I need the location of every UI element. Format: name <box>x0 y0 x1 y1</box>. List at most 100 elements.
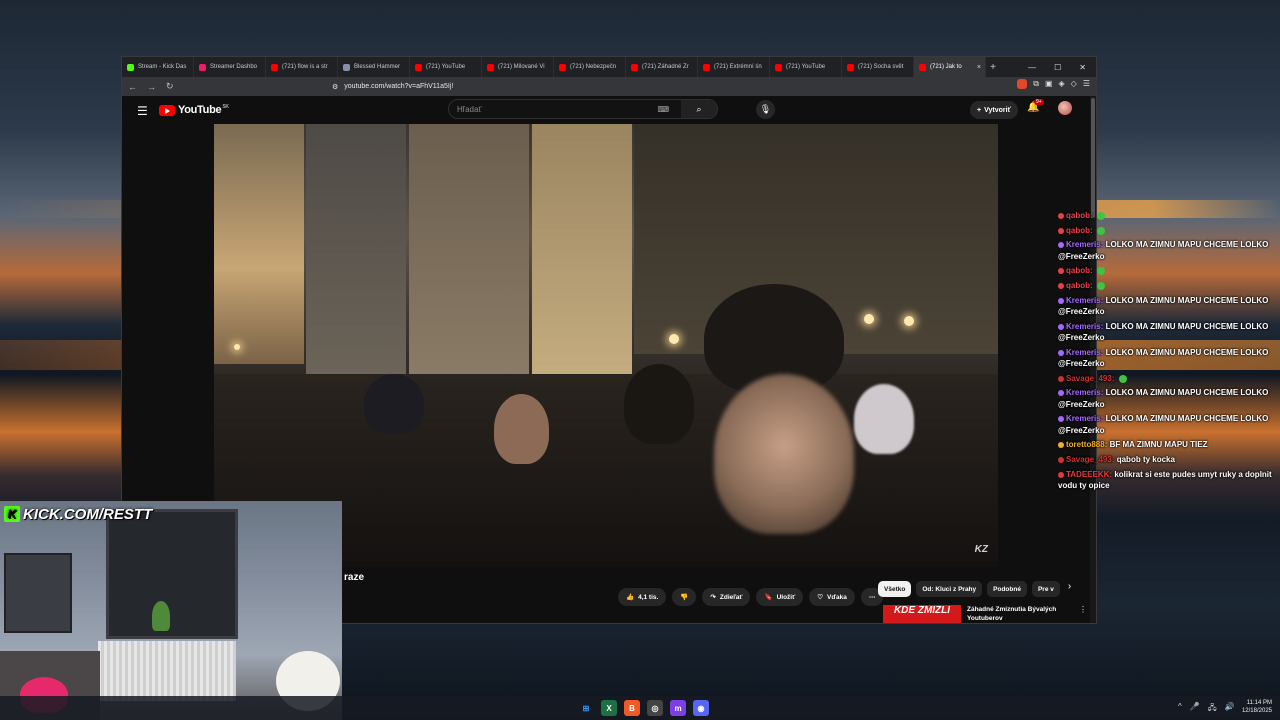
scrollbar-thumb[interactable] <box>1091 98 1095 218</box>
chip-similar[interactable]: Podobné <box>987 581 1027 597</box>
back-icon[interactable]: ← <box>128 82 137 92</box>
browser-tab[interactable]: (721) Záhadné Zr <box>626 57 698 77</box>
reload-icon[interactable]: ↻ <box>166 81 174 92</box>
kebab-menu-icon[interactable]: ⋮ <box>1079 605 1087 623</box>
keyboard-icon[interactable]: ⌨ <box>657 105 669 114</box>
extensions-area: ⧉ ▣ ◈ ◇ ☰ <box>1017 79 1090 89</box>
windows-start-icon[interactable]: ⊞ <box>578 700 594 716</box>
minimize-button[interactable]: — <box>1028 63 1036 72</box>
chat-username[interactable]: qabob: <box>1066 266 1093 275</box>
chat-username[interactable]: Kremeris: <box>1066 388 1103 397</box>
chat-username[interactable]: toretto888: <box>1066 440 1107 449</box>
chevron-right-icon[interactable]: › <box>1068 581 1071 597</box>
dislike-button[interactable]: 👎 <box>672 588 697 606</box>
new-tab-button[interactable]: + <box>986 62 1000 73</box>
network-icon[interactable]: 🖧 <box>1208 702 1217 716</box>
tab-favicon-icon <box>559 63 566 71</box>
recommended-video[interactable]: KDE ZMIZLI Záhadné Zmiznutia Bývalých Yo… <box>883 605 1087 623</box>
browser-tab[interactable]: Streamer Dashbo <box>194 57 266 77</box>
wallet-icon[interactable]: ◈ <box>1059 79 1065 89</box>
extensions-icon[interactable]: ⧉ <box>1033 79 1039 89</box>
forward-icon[interactable]: → <box>147 82 156 92</box>
hamburger-menu-icon[interactable]: ☰ <box>137 104 148 118</box>
tab-favicon-icon <box>343 63 350 71</box>
chat-text: qabob ty kocka <box>1116 455 1175 465</box>
chat-username[interactable]: qabob: <box>1066 281 1093 290</box>
rec-thumbnail[interactable]: KDE ZMIZLI <box>883 605 961 623</box>
sidebar-icon[interactable]: ▣ <box>1045 79 1053 89</box>
search-button[interactable]: ⌕ <box>681 100 717 118</box>
browser-tab[interactable]: (721) Jak to × <box>914 57 986 77</box>
person-head <box>624 364 694 444</box>
menu-icon[interactable]: ☰ <box>1083 79 1090 89</box>
discord-icon[interactable]: ◉ <box>693 700 709 716</box>
browser-tab[interactable]: (721) Extrémní śn <box>698 57 770 77</box>
vpn-icon[interactable]: ◇ <box>1071 79 1077 89</box>
brave-shield-icon[interactable] <box>1017 79 1028 89</box>
street-lamp <box>864 314 874 324</box>
rec-title[interactable]: Záhadné Zmiznutia Bývalých Youtuberov <box>967 605 1067 623</box>
chat-message: Kremeris: LOLKO MA ZIMNU MAPU CHCEME LOL… <box>1058 347 1278 370</box>
like-button[interactable]: 👍 4,1 tis. <box>618 588 667 606</box>
tab-favicon-icon <box>271 63 278 71</box>
browser-tab[interactable]: (721) Milované Vi <box>482 57 554 77</box>
search-input[interactable]: Hľadať <box>457 105 481 114</box>
voice-search-icon[interactable]: 🎙 <box>756 100 775 119</box>
create-button[interactable]: + Vytvoriť <box>970 101 1018 119</box>
volume-icon[interactable]: 🔊 <box>1225 702 1235 716</box>
close-window-button[interactable]: ✕ <box>1079 63 1086 72</box>
more-icon: ⋯ <box>868 594 876 601</box>
chip-from-channel[interactable]: Od: Kluci z Prahy <box>916 581 983 597</box>
notifications-bell-icon[interactable]: 🔔 9+ <box>1027 99 1044 113</box>
chat-username[interactable]: Kremeris: <box>1066 414 1103 423</box>
chat-username[interactable]: qabob: <box>1066 226 1093 235</box>
excel-icon[interactable]: X <box>601 700 617 716</box>
browser-tab[interactable]: (721) Socha svět <box>842 57 914 77</box>
browser-tab[interactable]: Blessed Hammer <box>338 57 410 77</box>
chat-message: qabob: <box>1058 210 1278 221</box>
close-tab-icon[interactable]: × <box>977 64 981 71</box>
system-clock[interactable]: 11:14 PM 12/18/2025 <box>1242 699 1272 715</box>
chat-username[interactable]: Kremeris: <box>1066 296 1103 305</box>
street-lamp <box>669 334 679 344</box>
browser-tab[interactable]: (721) Nebezpečn <box>554 57 626 77</box>
url-text[interactable]: youtube.com/watch?v=aFhV11a5Ij! <box>344 83 453 90</box>
browser-tab[interactable]: Stream - Kick Das <box>122 57 194 77</box>
chat-emote-icon <box>1096 267 1105 276</box>
thanks-button[interactable]: ♡ Vďaka <box>809 588 855 606</box>
chat-username[interactable]: Savage_493: <box>1066 374 1114 383</box>
notification-count: 9+ <box>1034 99 1044 105</box>
kick-channel-banner: K KICK.COM/RESTT <box>0 504 156 524</box>
app-m-icon[interactable]: m <box>670 700 686 716</box>
chat-username[interactable]: Kremeris: <box>1066 240 1103 249</box>
chat-username[interactable]: qabob: <box>1066 211 1093 220</box>
chat-username[interactable]: Kremeris: <box>1066 348 1103 357</box>
chat-username[interactable]: Savage_493: <box>1066 455 1114 464</box>
chip-for-you[interactable]: Pre v <box>1031 581 1060 597</box>
tab-favicon-icon <box>775 63 782 71</box>
chat-username[interactable]: Kremeris: <box>1066 322 1103 331</box>
microphone-icon[interactable]: 🎤 <box>1190 702 1200 716</box>
chat-username[interactable]: TADEEEKK: <box>1066 470 1112 479</box>
site-info-icon[interactable]: ⚙ <box>332 83 338 91</box>
avatar[interactable] <box>1058 101 1072 115</box>
person-face-blurred <box>714 374 854 534</box>
maximize-button[interactable]: ☐ <box>1054 63 1061 72</box>
chip-all[interactable]: Všetko <box>878 581 912 597</box>
url-field[interactable]: ⚙ youtube.com/watch?v=aFhV11a5Ij! <box>332 79 872 94</box>
share-button[interactable]: ↷ Zdieľať <box>702 588 751 606</box>
chat-badge-icon <box>1058 323 1064 330</box>
chrome-icon[interactable]: ◎ <box>647 700 663 716</box>
youtube-logo[interactable]: YouTube SK <box>159 104 229 116</box>
tab-label: Blessed Hammer <box>354 64 401 70</box>
search-box[interactable]: Hľadať ⌨ ⌕ <box>448 99 718 119</box>
browser-tab[interactable]: (721) flow is a str <box>266 57 338 77</box>
taskbar-apps: ⊞ X B ◎ m ◉ <box>578 700 709 716</box>
browser-tab[interactable]: (721) YouTube <box>410 57 482 77</box>
tray-overflow-icon[interactable]: ^ <box>1178 702 1182 716</box>
brave-icon[interactable]: B <box>624 700 640 716</box>
tab-favicon-icon <box>631 63 638 71</box>
browser-tab[interactable]: (721) YouTube <box>770 57 842 77</box>
save-button[interactable]: 🔖 Uložiť <box>756 588 804 606</box>
chat-badge-icon <box>1058 416 1064 423</box>
